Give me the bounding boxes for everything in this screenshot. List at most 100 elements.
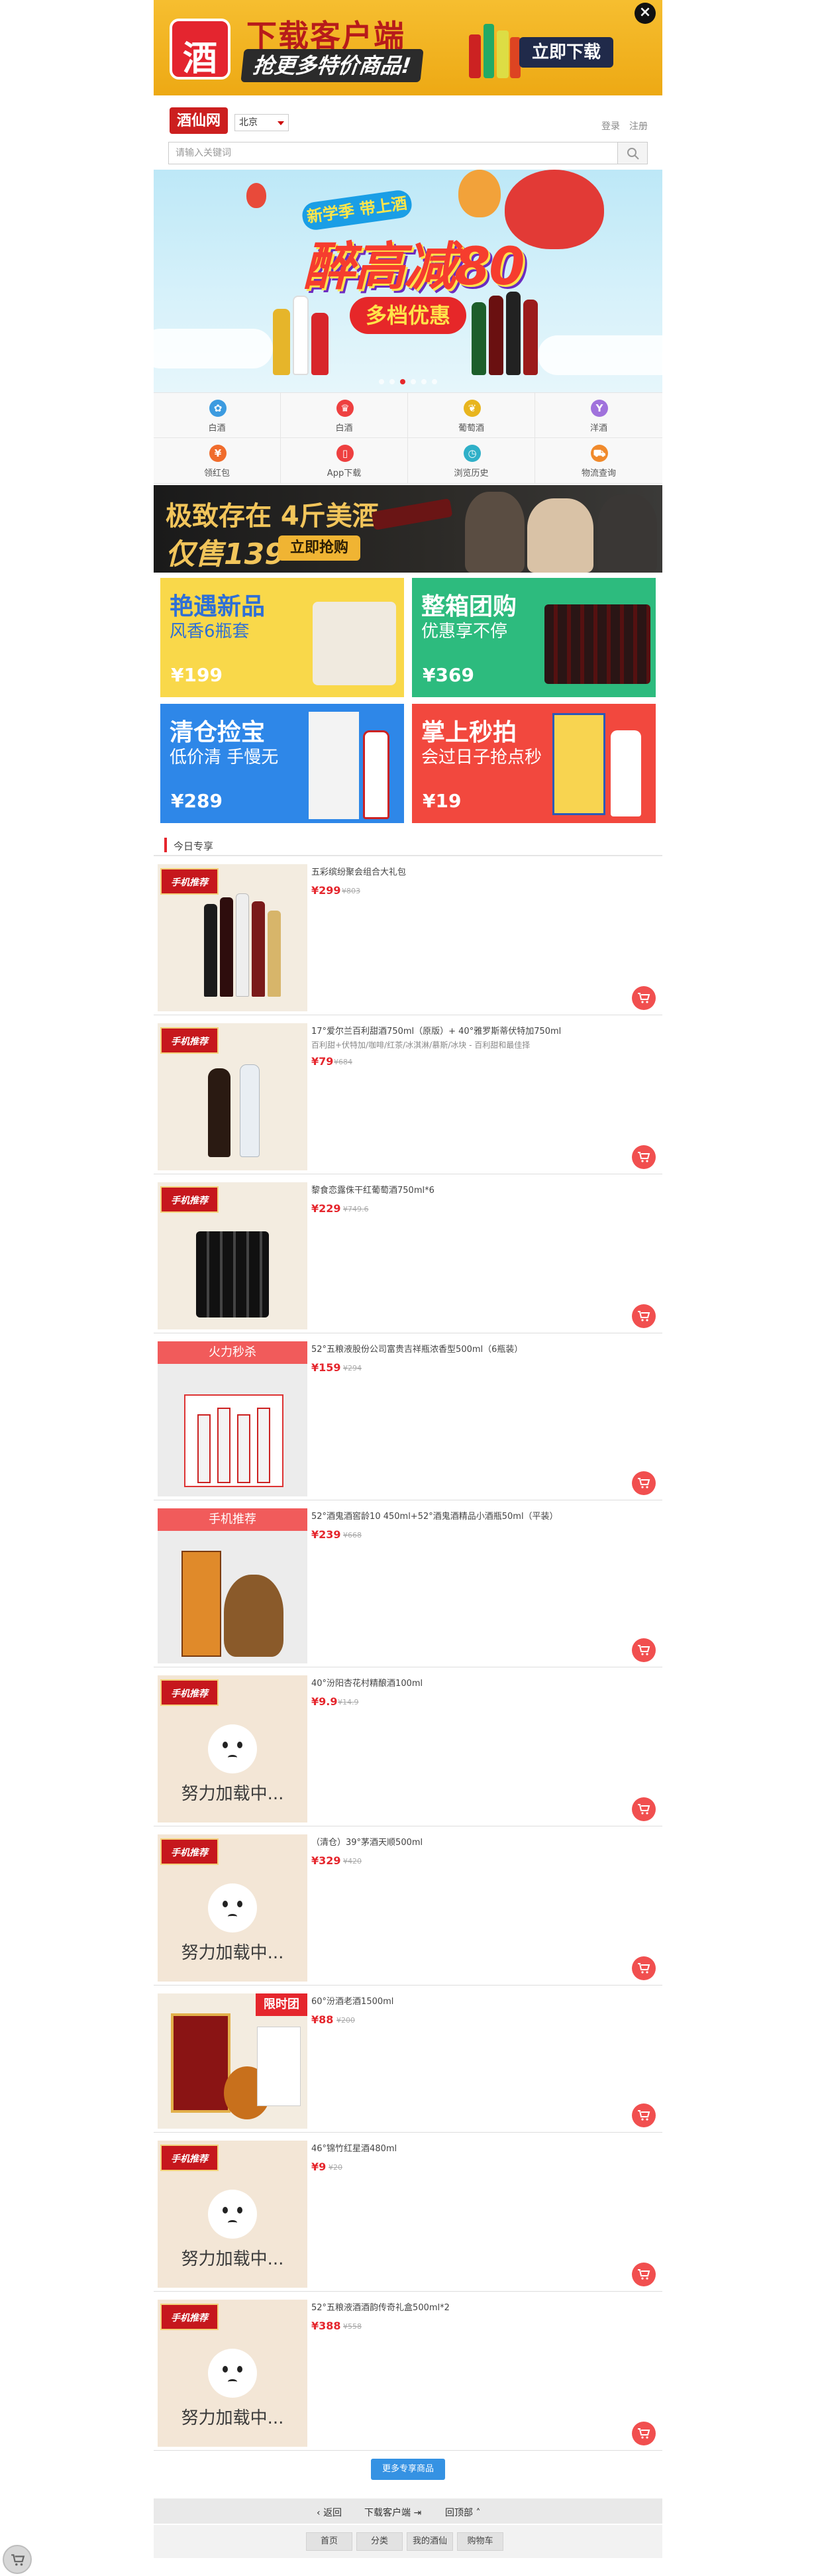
search-input[interactable]: 请输入关键词 [168,142,632,164]
cart-icon [638,2269,650,2280]
category-baijiu-2[interactable]: ♛ 白酒 [281,393,408,438]
product-box [309,712,359,819]
category-grape-wine[interactable]: ❦ 葡萄酒 [408,393,535,438]
tile-group-buy[interactable]: 整箱团购 优惠享不停 ¥369 [412,578,656,697]
cloud [154,329,273,368]
download-client-link[interactable]: 下载客户端 ⇥ [364,2506,421,2519]
nav-category[interactable]: 分类 [356,2532,403,2551]
nav-cart[interactable]: 购物车 [457,2532,503,2551]
cart-icon [638,993,650,1003]
product-old-price: ¥668 [343,1531,362,1540]
tile-clearance[interactable]: 清仓捡宝 低价清 手慢无 ¥289 [160,704,404,823]
category-baijiu[interactable]: ✿ 白酒 [154,393,281,438]
product-row[interactable]: 手机推荐 黎食恋露侏干红葡萄酒750ml*6 ¥229 ¥749.6 [154,1177,662,1333]
product-old-price: ¥558 [343,2322,362,2331]
floating-cart-button[interactable] [3,2545,32,2574]
add-to-cart-button[interactable] [632,1145,656,1169]
product-row[interactable]: 手机推荐 五彩缤纷聚会组合大礼包 ¥299 ¥803 [154,859,662,1015]
bottle [489,296,503,375]
carousel-dots[interactable] [154,379,662,384]
search-button[interactable] [617,142,648,164]
balloon [458,170,501,217]
product-title: 46°锦竹红星酒480ml [311,2144,397,2154]
clock-icon: ◷ [464,445,481,462]
download-app-banner[interactable]: 酒 下载客户端 抢更多特价商品! 立即下载 × [154,0,662,95]
bottom-nav: 首页 分类 我的酒仙 购物车 [154,2525,662,2558]
add-to-cart-button[interactable] [632,2263,656,2286]
carousel-dot-active[interactable] [400,379,405,384]
product-row[interactable]: 手机推荐 努力加载中... 40°汾阳杏花村精酿酒100ml ¥9.9 ¥14.… [154,1670,662,1826]
mobile-recommend-badge: 手机推荐 [160,1027,219,1054]
download-now-button[interactable]: 立即下载 [519,37,613,68]
add-to-cart-button[interactable] [632,2422,656,2445]
carousel-dot[interactable] [411,379,416,384]
mobile-recommend-badge: 手机推荐 [160,868,219,895]
more-products-button[interactable]: 更多专享商品 [371,2459,445,2480]
category-logistics[interactable]: ⛟ 物流查询 [535,438,662,483]
nav-home[interactable]: 首页 [306,2532,352,2551]
product-row[interactable]: 限时团 60°汾酒老酒1500ml ¥88 ¥200 [154,1988,662,2133]
cloud [538,335,662,375]
loading-text: 努力加载中... [181,2249,284,2269]
cocktail-icon: Y [591,400,608,417]
product-row[interactable]: 手机推荐 努力加载中... 52°五粮液酒酒韵传奇礼盒500ml*2 ¥388 … [154,2294,662,2451]
sad-face-icon [208,2190,257,2239]
close-icon[interactable]: × [635,3,656,24]
category-app-download[interactable]: ▯ App下载 [281,438,408,483]
limited-group-badge: 限时团 [256,1993,307,2016]
promo-banner[interactable]: 极致存在 4斤美酒 仅售139 立即抢购 [154,485,662,573]
add-to-cart-button[interactable] [632,1471,656,1495]
carousel-dot[interactable] [421,379,427,384]
hero-carousel[interactable]: 新学季 带上酒 醉高减80 多档优惠 [154,170,662,392]
back-link[interactable]: ‹ 返回 [317,2506,342,2519]
city-selector[interactable]: 北京 [234,114,289,131]
product-old-price: ¥294 [343,1364,362,1372]
gift-box [313,602,396,685]
tile-flash-auction[interactable]: 掌上秒拍 会过日子抢点秒 ¥19 [412,704,656,823]
product-old-price: ¥20 [329,2163,342,2172]
category-history[interactable]: ◷ 浏览历史 [408,438,535,483]
product-image-loading: 手机推荐 努力加载中... [158,1834,307,1982]
product-image: 火力秒杀 [158,1341,307,1496]
back-to-top-link[interactable]: 回顶部 ˄ [445,2506,480,2519]
promo-buy-button[interactable]: 立即抢购 [278,535,360,561]
product-row[interactable]: 火力秒杀 52°五粮液股份公司富贵吉祥瓶浓香型500ml（6瓶装） ¥159 ¥… [154,1336,662,1500]
app-logo-icon: 酒 [170,19,230,80]
section-title: 今日专享 [174,840,214,852]
download-banner-subtitle: 抢更多特价商品! [240,49,424,82]
carousel-dot[interactable] [379,379,384,384]
product-price: ¥229 [311,1202,341,1215]
product-row[interactable]: 手机推荐 17°爱尔兰百利甜酒750ml（原版）+ 40°雅罗斯蒂伏特加750m… [154,1018,662,1174]
product-row[interactable]: 手机推荐 努力加载中... （清仓）39°茅酒天顺500ml ¥329 ¥420 [154,1829,662,1986]
site-logo[interactable]: 酒仙网 [170,107,228,134]
tile-new-products[interactable]: 艳遇新品 风香6瓶套 ¥199 [160,578,404,697]
category-red-packet[interactable]: ¥ 领红包 [154,438,281,483]
carousel-dot[interactable] [389,379,395,384]
product-image: 手机推荐 [158,864,307,1011]
grape-icon: ❦ [464,400,481,417]
product-row[interactable]: 手机推荐 努力加载中... 46°锦竹红星酒480ml ¥9 ¥20 [154,2135,662,2292]
add-to-cart-button[interactable] [632,1956,656,1980]
balloon [246,183,266,208]
register-link[interactable]: 注册 [629,119,648,133]
nav-my-account[interactable]: 我的酒仙 [407,2532,453,2551]
product-old-price: ¥749.6 [343,1205,369,1213]
wine-bottles [544,604,650,684]
product-row[interactable]: 手机推荐 52°酒鬼酒窖龄10 450ml+52°酒鬼酒精品小酒瓶50ml（平装… [154,1503,662,1667]
person [527,498,593,573]
cart-icon [638,1963,650,1974]
product-title: 60°汾酒老酒1500ml [311,1997,394,2007]
category-foreign-liquor[interactable]: Y 洋酒 [535,393,662,438]
add-to-cart-button[interactable] [632,1797,656,1821]
section-today-exclusive: 今日专享 [154,832,662,856]
add-to-cart-button[interactable] [632,1304,656,1328]
mobile-recommend-badge: 手机推荐 [160,1679,219,1706]
add-to-cart-button[interactable] [632,1638,656,1662]
add-to-cart-button[interactable] [632,2103,656,2127]
carousel-dot[interactable] [432,379,437,384]
login-link[interactable]: 登录 [601,119,620,133]
add-to-cart-button[interactable] [632,986,656,1010]
product-title: 40°汾阳杏花村精酿酒100ml [311,1679,423,1689]
promo-line2: 仅售139 [166,537,285,571]
cart-icon [638,1804,650,1815]
